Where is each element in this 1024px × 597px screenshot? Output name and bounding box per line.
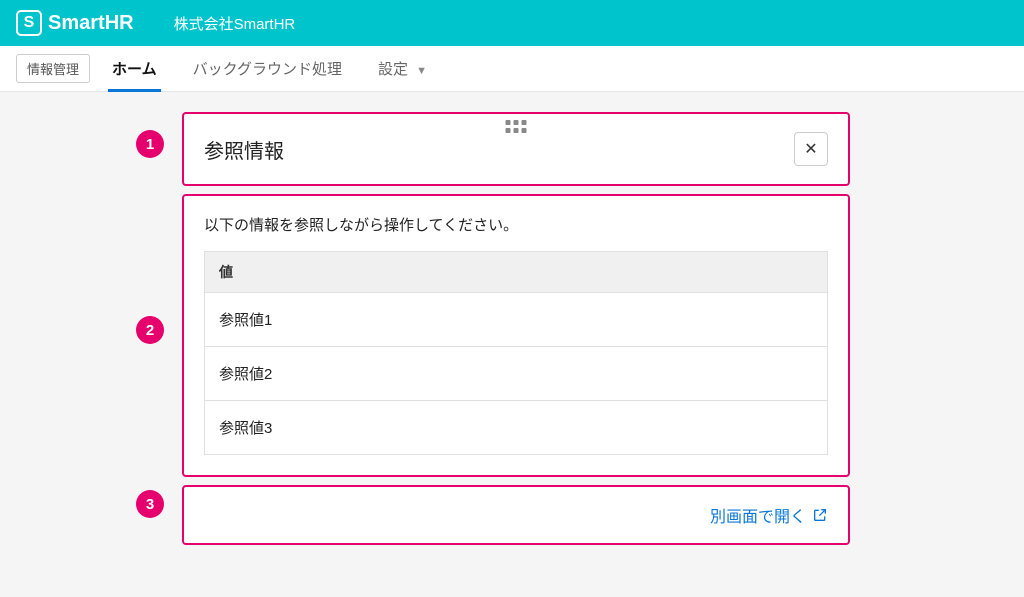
table-row: 参照値3 — [205, 401, 827, 454]
brand-logo[interactable]: S SmartHR — [16, 10, 134, 36]
brand-name: SmartHR — [48, 12, 134, 35]
panel-body-section: 以下の情報を参照しながら操作してください。 値 参照値1 参照値2 参照値3 — [182, 194, 850, 477]
panel-title: 参照情報 — [204, 135, 284, 164]
close-button[interactable]: ✕ — [794, 132, 828, 166]
table-row: 参照値1 — [205, 293, 827, 347]
nav-tab-settings[interactable]: 設定 ▼ — [364, 46, 441, 91]
table-header: 値 — [205, 252, 827, 293]
annotation-badge-3: 3 — [136, 490, 164, 518]
table-row: 参照値2 — [205, 347, 827, 401]
annotation-badge-1: 1 — [136, 130, 164, 158]
panel-header-section: 参照情報 ✕ — [182, 112, 850, 186]
external-link-icon — [812, 507, 828, 523]
annotation-badge-2: 2 — [136, 316, 164, 344]
panel-footer: 別画面で開く — [184, 487, 848, 543]
nav-tab-label: バックグラウンド処理 — [193, 61, 342, 78]
panel-header: 参照情報 ✕ — [184, 114, 848, 184]
nav-tab-label: 設定 — [378, 61, 408, 78]
content-area: 1 2 3 参照情報 ✕ 以下の情報を参照しながら操作してください。 値 参照値… — [0, 92, 1024, 545]
nav-bar: 情報管理 ホーム バックグラウンド処理 設定 ▼ — [0, 46, 1024, 92]
logo-icon: S — [16, 10, 42, 36]
open-link-label: 別画面で開く — [710, 503, 806, 527]
panel-footer-section: 別画面で開く — [182, 485, 850, 545]
nav-tab-background[interactable]: バックグラウンド処理 — [179, 46, 356, 91]
open-new-window-link[interactable]: 別画面で開く — [710, 503, 828, 527]
nav-tab-label: ホーム — [112, 61, 157, 78]
nav-tab-home[interactable]: ホーム — [98, 46, 171, 91]
company-name: 株式会社SmartHR — [174, 13, 296, 34]
topbar: S SmartHR 株式会社SmartHR — [0, 0, 1024, 46]
instruction-text: 以下の情報を参照しながら操作してください。 — [204, 214, 828, 235]
panel-body: 以下の情報を参照しながら操作してください。 値 参照値1 参照値2 参照値3 — [184, 196, 848, 475]
close-icon: ✕ — [804, 139, 817, 159]
chevron-down-icon: ▼ — [416, 65, 427, 77]
nav-chip-info-manage[interactable]: 情報管理 — [16, 54, 90, 83]
reference-table: 値 参照値1 参照値2 参照値3 — [204, 251, 828, 455]
